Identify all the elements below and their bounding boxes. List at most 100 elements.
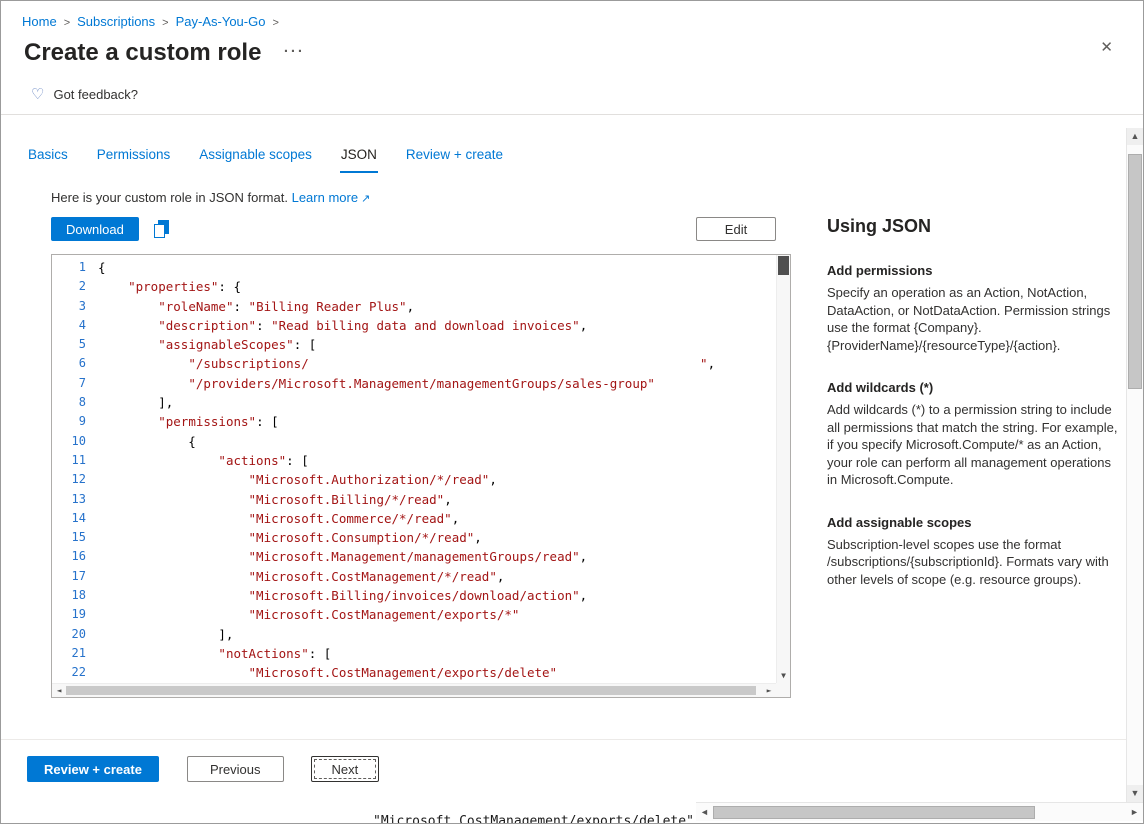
window-vertical-scrollbar[interactable]: ▲ ▼ [1126,128,1143,802]
tab-json[interactable]: JSON [340,147,378,173]
code-text: "Microsoft.Billing/*/read", [98,490,452,509]
code-line[interactable]: 15 "Microsoft.Consumption/*/read", [52,528,776,547]
editor-scroll-down-icon[interactable]: ▼ [777,669,790,682]
window-scroll-down-icon[interactable]: ▼ [1127,785,1143,802]
code-text: { [98,258,106,277]
close-icon[interactable]: ✕ [1100,38,1113,56]
copy-button[interactable] [149,217,173,241]
line-number: 16 [52,547,98,566]
code-text: "Microsoft.Billing/invoices/download/act… [98,586,587,605]
code-line[interactable]: 22 "Microsoft.CostManagement/exports/del… [52,663,776,682]
editor-scroll-right-icon[interactable]: ► [762,686,776,695]
line-number: 15 [52,528,98,547]
code-line[interactable]: 11 "actions": [ [52,451,776,470]
breadcrumb-link[interactable]: Pay-As-You-Go [176,14,266,29]
line-number: 14 [52,509,98,528]
tab-permissions[interactable]: Permissions [96,147,172,173]
code-line[interactable]: 18 "Microsoft.Billing/invoices/download/… [52,586,776,605]
code-text: "Microsoft.Management/managementGroups/r… [98,547,587,566]
json-column: Here is your custom role in JSON format.… [51,190,791,698]
code-text: ], [98,625,233,644]
line-number: 13 [52,490,98,509]
breadcrumb-separator-icon: > [64,17,70,29]
window-scroll-left-icon[interactable]: ◄ [696,807,713,817]
line-number: 6 [52,354,98,373]
code-line[interactable]: 16 "Microsoft.Management/managementGroup… [52,547,776,566]
code-line[interactable]: 2 "properties": { [52,277,776,296]
heart-icon: ♡ [31,87,44,102]
editor-vertical-scrollbar[interactable]: ▼ [776,255,790,683]
tab-bar: Basics Permissions Assignable scopes JSON Re… [27,147,1143,173]
editor-scrollbar-corner [776,683,790,697]
editor-horizontal-scrollbar[interactable]: ◄ ► [52,683,776,697]
editor-vertical-scrollbar-thumb[interactable] [778,256,789,275]
window-horizontal-scrollbar[interactable]: ◄ ► [696,802,1143,821]
code-line[interactable]: 12 "Microsoft.Authorization/*/read", [52,470,776,489]
code-text: "roleName": "Billing Reader Plus", [98,297,414,316]
help-section-body: Subscription-level scopes use the format… [827,536,1119,589]
window-vertical-scrollbar-thumb[interactable] [1128,154,1142,389]
line-number: 10 [52,432,98,451]
code-line[interactable]: 13 "Microsoft.Billing/*/read", [52,490,776,509]
code-line[interactable]: 19 "Microsoft.CostManagement/exports/*" [52,605,776,624]
breadcrumb-link[interactable]: Subscriptions [77,14,155,29]
line-number: 9 [52,412,98,431]
window-horizontal-scrollbar-thumb[interactable] [713,806,1035,819]
line-number: 8 [52,393,98,412]
code-line[interactable]: 9 "permissions": [ [52,412,776,431]
help-section: Add wildcards (*)Add wildcards (*) to a … [827,380,1119,489]
line-number: 20 [52,625,98,644]
next-button[interactable]: Next [311,756,380,782]
code-text: "properties": { [98,277,241,296]
code-line[interactable]: 5 "assignableScopes": [ [52,335,776,354]
got-feedback-button[interactable]: ♡ Got feedback? [31,87,181,102]
breadcrumb-separator-icon: > [272,17,278,29]
code-line[interactable]: 4 "description": "Read billing data and … [52,316,776,335]
code-line[interactable]: 3 "roleName": "Billing Reader Plus", [52,297,776,316]
help-section: Add assignable scopes Subscription-level … [827,515,1119,589]
edit-button[interactable]: Edit [696,217,776,241]
code-text: "Microsoft.Commerce/*/read", [98,509,459,528]
window-scroll-up-icon[interactable]: ▲ [1127,128,1143,145]
code-line[interactable]: 10 { [52,432,776,451]
code-line[interactable]: 7 "/providers/Microsoft.Management/manag… [52,374,776,393]
help-section-heading: Add permissions [827,263,1119,278]
help-section-body: Add wildcards (*) to a permission string… [827,401,1119,489]
code-line[interactable]: 17 "Microsoft.CostManagement/*/read", [52,567,776,586]
code-line[interactable]: 20 ], [52,625,776,644]
help-section-heading: Add assignable scopes [827,515,1119,530]
tab-assignable-scopes[interactable]: Assignable scopes [198,147,313,173]
code-line[interactable]: 1{ [52,258,776,277]
code-text: "permissions": [ [98,412,279,431]
previous-button[interactable]: Previous [187,756,284,782]
editor-scroll-left-icon[interactable]: ◄ [52,686,66,695]
subtitle-text: Here is your custom role in JSON format. [51,190,288,205]
code-line[interactable]: 8 ], [52,393,776,412]
more-actions-icon[interactable]: ··· [284,43,305,60]
code-text: { [98,432,196,451]
learn-more-link[interactable]: Learn more↗ [292,190,371,205]
code-text: "Microsoft.CostManagement/exports/delete… [98,663,557,682]
breadcrumb-link[interactable]: Home [22,14,57,29]
page-title: Create a custom role [24,39,261,67]
line-number: 11 [52,451,98,470]
json-editor[interactable]: 1{2 "properties": {3 "roleName": "Billin… [51,254,791,698]
code-text: "Microsoft.CostManagement/*/read", [98,567,504,586]
tab-review-create[interactable]: Review + create [405,147,504,173]
line-number: 17 [52,567,98,586]
breadcrumb-separator-icon: > [162,17,168,29]
code-text: "/subscriptions/ ", [98,354,715,373]
code-line[interactable]: 14 "Microsoft.Commerce/*/read", [52,509,776,528]
code-line[interactable]: 6 "/subscriptions/ ", [52,354,776,373]
header-divider [1,114,1143,115]
download-button[interactable]: Download [51,217,139,241]
review-create-button[interactable]: Review + create [27,756,159,782]
code-text: "assignableScopes": [ [98,335,316,354]
tab-basics[interactable]: Basics [27,147,69,173]
clipped-code-fragment: "Microsoft.CostManagement/exports/delete… [373,814,694,824]
editor-horizontal-scrollbar-thumb[interactable] [66,686,756,695]
side-panel-sections: Add permissionsSpecify an operation as a… [827,263,1119,588]
help-panel-title: Using JSON [827,216,1119,237]
window-scroll-right-icon[interactable]: ► [1126,807,1143,817]
code-line[interactable]: 21 "notActions": [ [52,644,776,663]
